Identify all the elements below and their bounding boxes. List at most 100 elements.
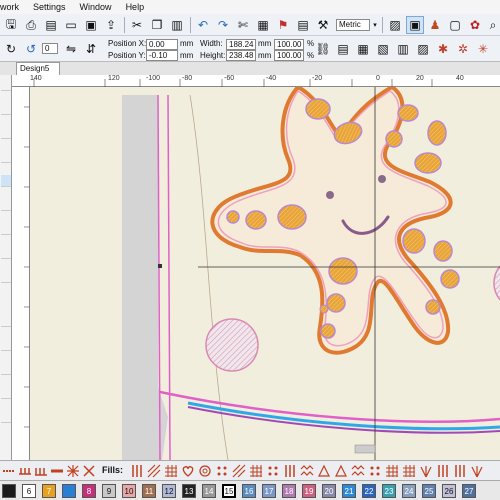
thread-color-swatch[interactable]: 17 bbox=[262, 484, 276, 498]
stitch-effect-icon[interactable]: ✱ bbox=[434, 40, 452, 58]
scissors-tool-icon[interactable]: ✄ bbox=[234, 16, 252, 34]
group-icon[interactable]: ▦ bbox=[354, 40, 372, 58]
stitch-bean-icon[interactable] bbox=[18, 464, 32, 478]
panel-item[interactable] bbox=[1, 223, 11, 235]
print-preview-icon[interactable]: ▤ bbox=[42, 16, 60, 34]
refresh-icon[interactable]: ↻ bbox=[2, 40, 20, 58]
thread-color-swatch[interactable]: 8 bbox=[82, 484, 96, 498]
upload-icon[interactable]: ⇪ bbox=[102, 16, 120, 34]
fill-pattern-bars-icon[interactable] bbox=[436, 464, 450, 478]
thread-color-swatch[interactable]: 26 bbox=[442, 484, 456, 498]
thread-color-swatch[interactable]: 21 bbox=[342, 484, 356, 498]
rotate-input[interactable]: 0 bbox=[42, 43, 58, 54]
menu-window[interactable]: Window bbox=[80, 2, 112, 12]
stitch-blanket-icon[interactable] bbox=[34, 464, 48, 478]
order-icon[interactable]: ▨ bbox=[414, 40, 432, 58]
scale-height-input[interactable]: 100.00 bbox=[274, 50, 304, 61]
thread-color-swatch[interactable]: 27 bbox=[462, 484, 476, 498]
stitch-triple-icon[interactable] bbox=[50, 464, 64, 478]
thread-color-swatch[interactable]: 15 bbox=[222, 484, 236, 498]
guide-handle[interactable] bbox=[158, 264, 162, 268]
fill-pattern-dots-icon[interactable] bbox=[215, 464, 229, 478]
star-effect-icon[interactable]: ✳ bbox=[474, 40, 492, 58]
thread-color-swatch[interactable]: 24 bbox=[402, 484, 416, 498]
tab-design5[interactable]: Design5 × bbox=[16, 62, 60, 85]
thread-color-swatch[interactable]: 23 bbox=[382, 484, 396, 498]
units-select[interactable]: Metric bbox=[336, 19, 370, 31]
fill-pattern-dia-icon[interactable] bbox=[334, 464, 348, 478]
cut-icon[interactable]: ✂ bbox=[128, 16, 146, 34]
panel-item[interactable] bbox=[1, 151, 11, 163]
fill-pattern-dots2-icon[interactable] bbox=[266, 464, 280, 478]
thread-color-swatch[interactable] bbox=[62, 484, 76, 498]
panel-item[interactable] bbox=[1, 79, 11, 91]
mirror-icon[interactable]: ⇋ bbox=[62, 40, 80, 58]
tools-icon[interactable]: ⚒ bbox=[314, 16, 332, 34]
paste-icon[interactable]: ▥ bbox=[168, 16, 186, 34]
fill-pattern-heart-icon[interactable] bbox=[181, 464, 195, 478]
thread-color-swatch[interactable]: 7 bbox=[42, 484, 56, 498]
fill-pattern-fan-icon[interactable] bbox=[419, 464, 433, 478]
menu-settings[interactable]: Settings bbox=[33, 2, 66, 12]
position-x-input[interactable]: 0.00 bbox=[146, 39, 178, 50]
thread-color-swatch[interactable] bbox=[2, 484, 16, 498]
print-icon[interactable]: ⎙ bbox=[22, 16, 40, 34]
fill-pattern-grid-icon[interactable] bbox=[164, 464, 178, 478]
panel-item[interactable] bbox=[1, 339, 11, 351]
panel-item-selected[interactable] bbox=[1, 175, 11, 187]
panel-item[interactable] bbox=[1, 199, 11, 211]
stitch-star-icon[interactable] bbox=[66, 464, 80, 478]
thread-color-swatch[interactable]: 19 bbox=[302, 484, 316, 498]
panel-item[interactable] bbox=[1, 387, 11, 399]
thread-color-swatch[interactable]: 22 bbox=[362, 484, 376, 498]
grid-icon[interactable]: ▦ bbox=[254, 16, 272, 34]
lock-ratio-icon[interactable]: ⛓ bbox=[314, 40, 332, 58]
save-icon[interactable]: 🖫 bbox=[2, 16, 20, 34]
fill-pattern-waves-icon[interactable] bbox=[351, 464, 365, 478]
copy-icon[interactable]: ❐ bbox=[148, 16, 166, 34]
flip-icon[interactable]: ⇵ bbox=[82, 40, 100, 58]
fill-pattern-dots-icon[interactable] bbox=[368, 464, 382, 478]
flag-icon[interactable]: ⚑ bbox=[274, 16, 292, 34]
search-icon[interactable]: ⌕ bbox=[484, 16, 500, 34]
fill-pattern-lines-icon[interactable] bbox=[283, 464, 297, 478]
fill-pattern-grid-icon[interactable] bbox=[402, 464, 416, 478]
fill-pattern-diag-icon[interactable] bbox=[147, 464, 161, 478]
panel-item[interactable] bbox=[1, 363, 11, 375]
thread-color-swatch[interactable]: 10 bbox=[122, 484, 136, 498]
tape-icon[interactable]: ▤ bbox=[294, 16, 312, 34]
fill-pattern-hatch-icon[interactable] bbox=[232, 464, 246, 478]
chevron-down-icon[interactable]: ▾ bbox=[371, 16, 379, 34]
rotate-icon[interactable]: ↺ bbox=[22, 40, 40, 58]
fill-pattern-bars-icon[interactable] bbox=[453, 464, 467, 478]
fill-pattern-tri-icon[interactable] bbox=[317, 464, 331, 478]
thread-color-swatch[interactable]: 14 bbox=[202, 484, 216, 498]
arrange-icon[interactable]: ▧ bbox=[374, 40, 392, 58]
position-y-input[interactable]: -0.10 bbox=[146, 50, 178, 61]
thread-color-swatch[interactable]: 18 bbox=[282, 484, 296, 498]
starfish[interactable] bbox=[210, 87, 460, 355]
fill-pattern-fan-icon[interactable] bbox=[470, 464, 484, 478]
fill-pattern-circles-icon[interactable] bbox=[198, 464, 212, 478]
panel-item[interactable] bbox=[1, 315, 11, 327]
panel-item[interactable] bbox=[1, 127, 11, 139]
panel-item[interactable] bbox=[1, 411, 11, 423]
frame-icon[interactable]: ▢ bbox=[446, 16, 464, 34]
stamp-icon[interactable]: ♟ bbox=[426, 16, 444, 34]
width-input[interactable]: 188.24 bbox=[226, 39, 256, 50]
panel-item[interactable] bbox=[1, 103, 11, 115]
stitch-cross-icon[interactable] bbox=[82, 464, 96, 478]
undo-icon[interactable]: ↶ bbox=[194, 16, 212, 34]
design-canvas[interactable] bbox=[30, 87, 500, 460]
thread-color-swatch[interactable]: 6 bbox=[22, 484, 36, 498]
menu-artwork[interactable]: work bbox=[0, 2, 19, 12]
thread-color-swatch[interactable]: 12 bbox=[162, 484, 176, 498]
panel-item[interactable] bbox=[1, 247, 11, 259]
fill-pattern-check-icon[interactable] bbox=[385, 464, 399, 478]
bubble-motif[interactable] bbox=[205, 318, 259, 372]
scale-width-input[interactable]: 100.00 bbox=[274, 39, 304, 50]
fill-pattern-check-icon[interactable] bbox=[249, 464, 263, 478]
color-wheel-icon[interactable]: ✿ bbox=[466, 16, 484, 34]
fill-pattern-lines-icon[interactable] bbox=[130, 464, 144, 478]
thread-color-swatch[interactable]: 11 bbox=[142, 484, 156, 498]
